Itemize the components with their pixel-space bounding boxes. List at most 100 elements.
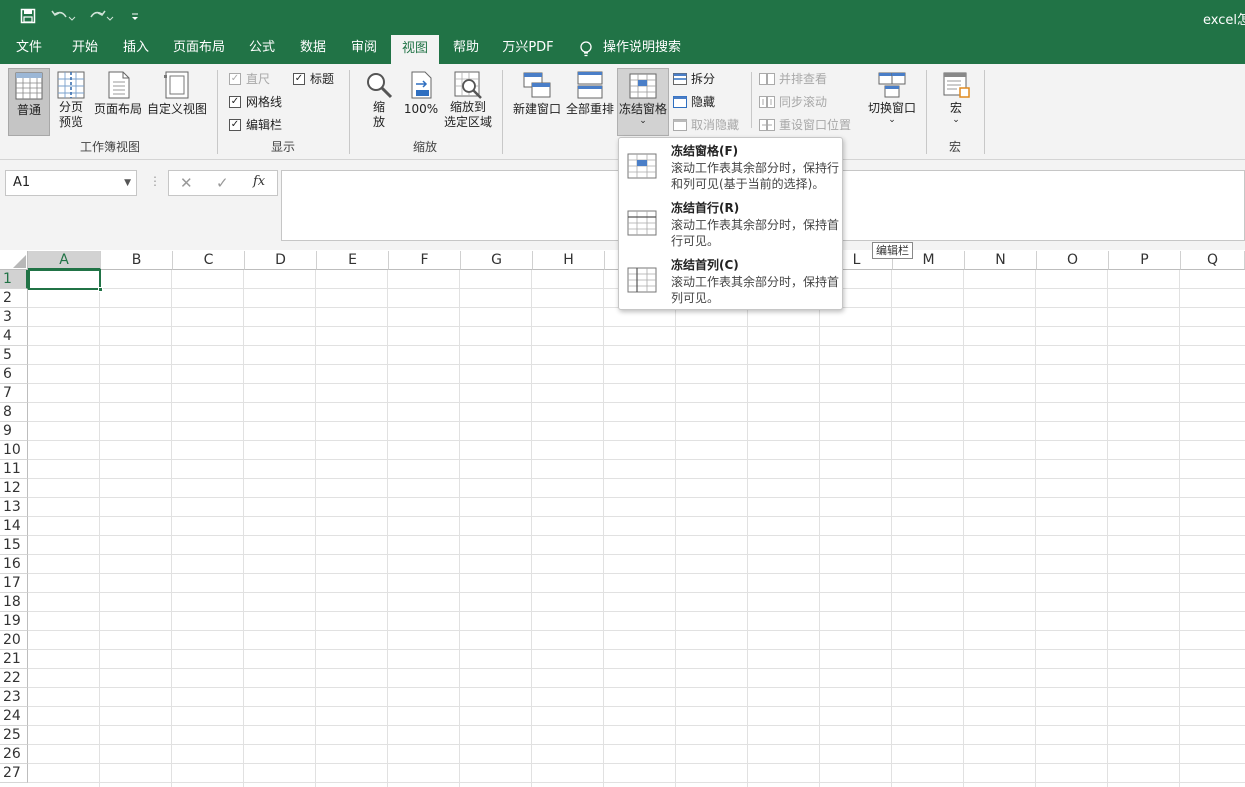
unhide-window-button[interactable]: 取消隐藏 bbox=[673, 116, 739, 133]
freeze-first-column-menu-item[interactable]: 冻结首列(C) 滚动工作表其余部分时，保持首列可见。 bbox=[619, 253, 842, 308]
fill-handle[interactable] bbox=[98, 287, 103, 292]
row-header[interactable]: 18 bbox=[0, 593, 28, 612]
select-all-button[interactable] bbox=[0, 251, 28, 270]
name-box[interactable]: A1 ▼ bbox=[5, 170, 137, 196]
row-header[interactable]: 10 bbox=[0, 441, 28, 460]
row-header[interactable]: 6 bbox=[0, 365, 28, 384]
check-icon: ✓ bbox=[229, 95, 241, 108]
page-layout-view-button[interactable]: 页面布局 bbox=[92, 68, 144, 136]
row-header[interactable]: 21 bbox=[0, 650, 28, 669]
page-layout-icon bbox=[108, 71, 130, 99]
chevron-down-icon[interactable]: ▼ bbox=[124, 171, 131, 195]
formula-bar-label: 编辑栏 bbox=[246, 118, 283, 132]
normal-view-button[interactable]: 普通 bbox=[8, 68, 50, 136]
zoom-button[interactable]: 缩 放 bbox=[360, 68, 398, 136]
tooltip: 编辑栏 bbox=[872, 242, 913, 259]
row-header[interactable]: 15 bbox=[0, 536, 28, 555]
drag-handle-icon[interactable]: ⋮ bbox=[149, 174, 161, 188]
split-button[interactable]: 拆分 bbox=[673, 70, 715, 87]
tab-insert[interactable]: 插入 bbox=[113, 34, 159, 64]
row-header[interactable]: 1 bbox=[0, 270, 28, 289]
cell-area[interactable] bbox=[28, 270, 1245, 787]
formula-bar-checkbox[interactable]: ✓ 编辑栏 bbox=[229, 116, 282, 133]
freeze-panes-item-desc: 滚动工作表其余部分时，保持行和列可见(基于当前的选择)。 bbox=[671, 161, 840, 191]
column-header[interactable]: N bbox=[965, 251, 1037, 270]
column-header[interactable]: H bbox=[533, 251, 605, 270]
ruler-checkbox[interactable]: ✓ 直尺 bbox=[229, 70, 270, 87]
row-header[interactable]: 12 bbox=[0, 479, 28, 498]
column-header[interactable]: P bbox=[1109, 251, 1181, 270]
active-cell[interactable] bbox=[28, 269, 103, 292]
save-icon[interactable] bbox=[20, 8, 36, 26]
sync-scroll-icon bbox=[759, 95, 775, 108]
row-header[interactable]: 13 bbox=[0, 498, 28, 517]
freeze-panes-button[interactable]: 冻结窗格 ⌄ bbox=[617, 68, 669, 136]
customize-quick-access-icon[interactable] bbox=[130, 8, 140, 26]
view-side-by-side-label: 并排查看 bbox=[779, 72, 828, 86]
tab-formulas[interactable]: 公式 bbox=[240, 34, 284, 64]
column-header[interactable]: D bbox=[245, 251, 317, 270]
column-header[interactable]: C bbox=[173, 251, 245, 270]
row-header[interactable]: 7 bbox=[0, 384, 28, 403]
enter-icon[interactable]: ✓ bbox=[216, 174, 229, 192]
column-header[interactable]: B bbox=[101, 251, 173, 270]
row-header[interactable]: 20 bbox=[0, 631, 28, 650]
custom-views-button[interactable]: 自定义视图 bbox=[146, 68, 208, 136]
switch-windows-button[interactable]: 切换窗口 ⌄ bbox=[864, 68, 920, 136]
freeze-top-row-menu-item[interactable]: 冻结首行(R) 滚动工作表其余部分时，保持首行可见。 bbox=[619, 196, 842, 251]
tab-page-layout[interactable]: 页面布局 bbox=[169, 34, 229, 64]
arrange-all-button[interactable]: 全部重排 bbox=[565, 68, 615, 136]
reset-position-icon bbox=[759, 118, 775, 131]
zoom-to-selection-button[interactable]: 缩放到 选定区域 bbox=[442, 68, 494, 136]
tab-view[interactable]: 视图 bbox=[391, 35, 439, 64]
row-header[interactable]: 11 bbox=[0, 460, 28, 479]
column-header[interactable]: G bbox=[461, 251, 533, 270]
row-header[interactable]: 3 bbox=[0, 308, 28, 327]
synchronous-scrolling-button[interactable]: 同步滚动 bbox=[759, 93, 827, 110]
row-header[interactable]: 16 bbox=[0, 555, 28, 574]
row-header[interactable]: 5 bbox=[0, 346, 28, 365]
row-header[interactable]: 14 bbox=[0, 517, 28, 536]
new-window-button[interactable]: 新建窗口 bbox=[511, 68, 563, 136]
row-header[interactable]: 22 bbox=[0, 669, 28, 688]
tab-home[interactable]: 开始 bbox=[62, 34, 108, 64]
column-header[interactable]: Q bbox=[1181, 251, 1245, 270]
zoom-100-button[interactable]: 100% bbox=[402, 68, 440, 136]
row-header[interactable]: 8 bbox=[0, 403, 28, 422]
column-header[interactable]: O bbox=[1037, 251, 1109, 270]
row-header[interactable]: 25 bbox=[0, 726, 28, 745]
tab-wondershare-pdf[interactable]: 万兴PDF bbox=[498, 34, 558, 64]
view-side-by-side-button[interactable]: 并排查看 bbox=[759, 70, 827, 87]
insert-function-icon[interactable]: fx bbox=[253, 174, 265, 189]
row-header[interactable]: 17 bbox=[0, 574, 28, 593]
cancel-icon[interactable]: ✕ bbox=[180, 174, 193, 192]
row-header[interactable]: 2 bbox=[0, 289, 28, 308]
tell-me-search[interactable]: 操作说明搜索 bbox=[602, 34, 682, 64]
zoom-group-label: 缩放 bbox=[412, 140, 437, 154]
tab-help[interactable]: 帮助 bbox=[444, 34, 488, 64]
row-header[interactable]: 9 bbox=[0, 422, 28, 441]
macros-button[interactable]: 宏 ⌄ bbox=[936, 68, 976, 136]
headings-checkbox[interactable]: ✓ 标题 bbox=[293, 70, 334, 87]
gridlines-checkbox[interactable]: ✓ 网格线 bbox=[229, 93, 282, 110]
row-header[interactable]: 23 bbox=[0, 688, 28, 707]
reset-window-position-button[interactable]: 重设窗口位置 bbox=[759, 116, 851, 133]
freeze-panes-menu-item[interactable]: 冻结窗格(F) 滚动工作表其余部分时，保持行和列可见(基于当前的选择)。 bbox=[619, 139, 842, 194]
custom-views-label: 自定义视图 bbox=[146, 102, 207, 116]
row-header[interactable]: 24 bbox=[0, 707, 28, 726]
column-header[interactable]: F bbox=[389, 251, 461, 270]
row-header[interactable]: 27 bbox=[0, 764, 28, 783]
row-header[interactable]: 26 bbox=[0, 745, 28, 764]
row-header[interactable]: 4 bbox=[0, 327, 28, 346]
group-separator bbox=[502, 70, 503, 154]
undo-icon[interactable] bbox=[50, 8, 76, 26]
tab-review[interactable]: 审阅 bbox=[342, 34, 386, 64]
row-header[interactable]: 19 bbox=[0, 612, 28, 631]
page-break-preview-button[interactable]: 分页 预览 bbox=[52, 68, 90, 136]
tab-file[interactable]: 文件 bbox=[6, 34, 52, 64]
tab-data[interactable]: 数据 bbox=[291, 34, 335, 64]
redo-icon[interactable] bbox=[88, 8, 114, 26]
column-header[interactable]: A bbox=[28, 251, 101, 270]
hide-window-button[interactable]: 隐藏 bbox=[673, 93, 715, 110]
column-header[interactable]: E bbox=[317, 251, 389, 270]
